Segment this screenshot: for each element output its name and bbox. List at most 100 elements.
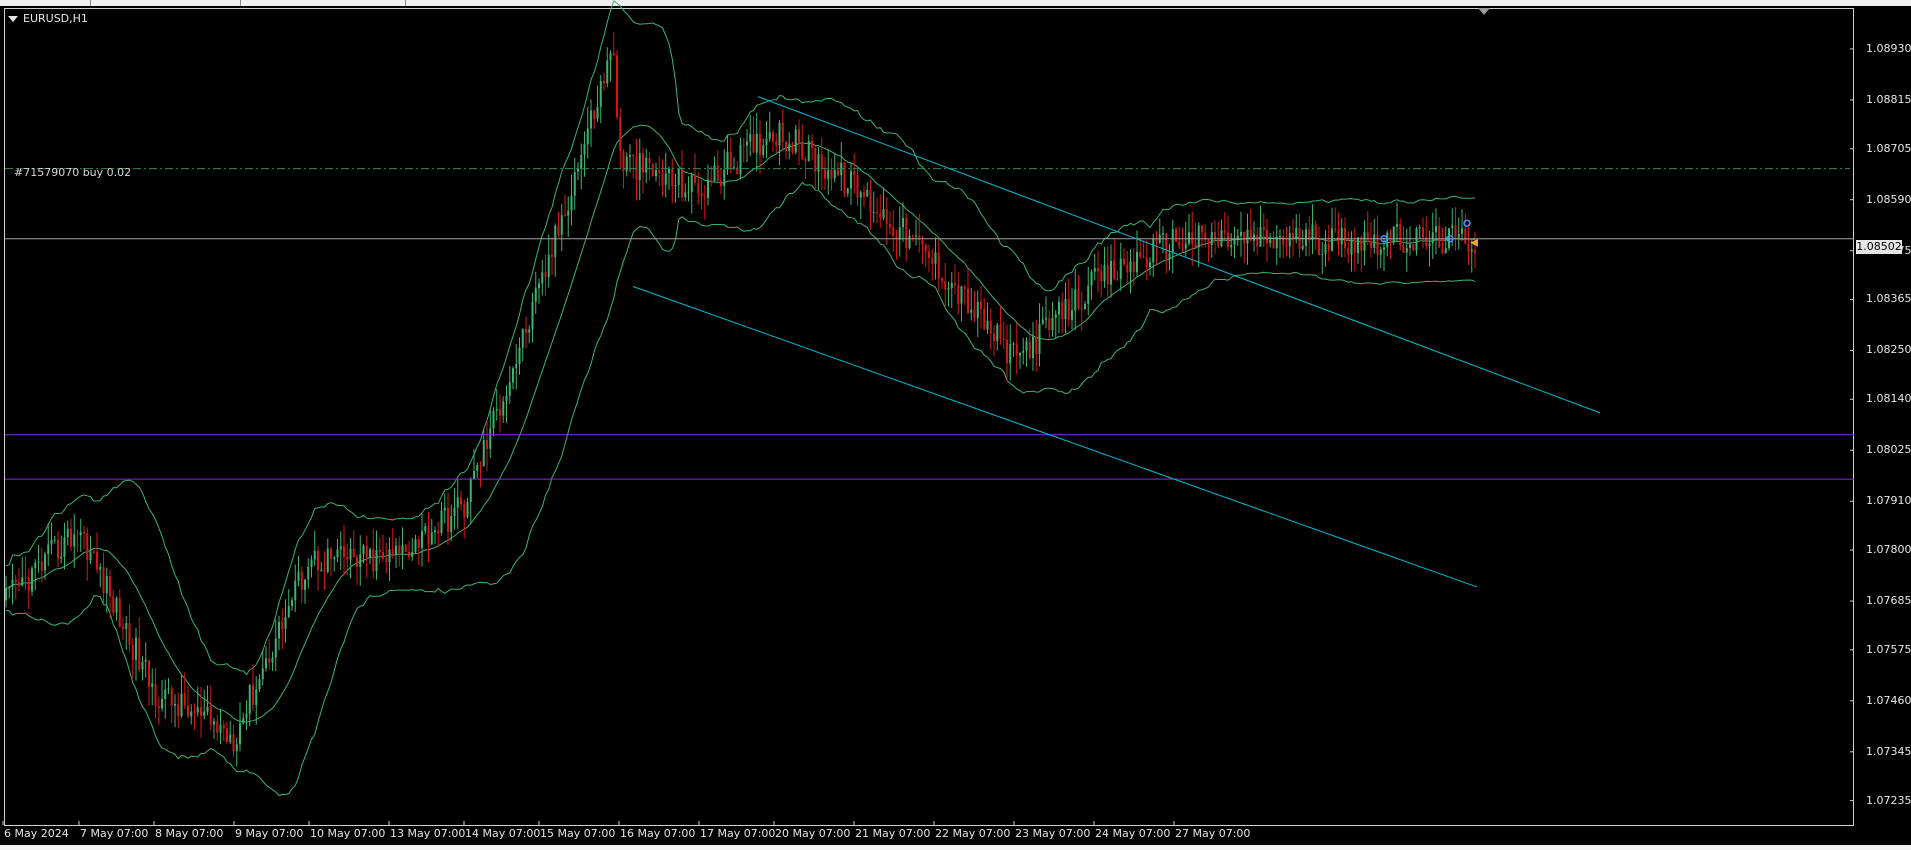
candle-body: [908, 235, 911, 248]
candle-body: [1262, 226, 1265, 231]
candle-body: [320, 569, 323, 571]
candle-body: [739, 144, 742, 175]
candle-body: [1451, 225, 1454, 229]
candle-body: [1405, 247, 1408, 253]
candle-body: [557, 225, 560, 235]
symbol-label: EURUSD,H1: [23, 12, 88, 25]
time-tick-label: 10 May 07:00: [310, 827, 386, 840]
candle-body: [476, 464, 479, 471]
candle-body: [1311, 224, 1314, 240]
time-tick-label: 7 May 07:00: [80, 827, 149, 840]
candle-body: [89, 551, 92, 561]
candle-body: [63, 537, 66, 557]
candle-body: [967, 288, 969, 313]
candle-body: [755, 134, 758, 153]
price-tick-label: 1.08365: [1866, 292, 1911, 306]
candle-body: [973, 309, 976, 319]
candle-body: [304, 579, 306, 590]
candle-body: [255, 689, 258, 705]
candle-body: [11, 579, 14, 588]
candle-body: [772, 132, 774, 142]
candle-body: [1350, 239, 1353, 255]
candle-body: [599, 80, 602, 107]
dropdown-triangle-icon[interactable]: [8, 16, 18, 22]
candle-body: [989, 320, 992, 334]
candle-body: [417, 539, 420, 549]
candle-body: [804, 158, 807, 162]
candle-body: [92, 551, 95, 553]
candle-body: [154, 683, 157, 707]
price-chart[interactable]: [0, 0, 1911, 850]
candle-body: [827, 169, 830, 179]
candle-body: [122, 626, 124, 630]
candle-body: [700, 192, 703, 197]
candle-body: [1337, 230, 1340, 245]
candle-body: [1009, 343, 1012, 364]
candle-body: [677, 169, 680, 185]
candle-body: [252, 684, 254, 705]
candle-body: [352, 548, 355, 558]
candle-body: [980, 302, 982, 310]
candle-body: [1012, 343, 1015, 345]
candle-body: [1399, 224, 1402, 246]
candle-body: [1035, 336, 1038, 354]
bollinger-lower-band: [5, 181, 1476, 797]
candle-body: [473, 470, 475, 479]
candle-body: [323, 569, 326, 572]
candle-body: [1233, 238, 1236, 245]
candle-body: [164, 689, 167, 699]
candle-body: [1028, 341, 1031, 359]
candle-body: [928, 251, 930, 258]
time-tick-label: 13 May 07:00: [390, 827, 466, 840]
candle-body: [658, 170, 661, 174]
candle-body: [235, 744, 238, 752]
candle-body: [1295, 227, 1298, 238]
candle-body: [190, 711, 193, 717]
candle-body: [372, 549, 375, 571]
candle-body: [375, 549, 378, 571]
candle-body: [37, 561, 40, 563]
candle-body: [456, 497, 459, 508]
candle-body: [148, 660, 150, 688]
candle-body: [115, 598, 118, 613]
candle-body: [781, 122, 784, 142]
chart-shift-marker-icon[interactable]: [1478, 8, 1490, 15]
time-tick-label: 17 May 07:00: [700, 827, 776, 840]
candle-body: [554, 225, 557, 257]
order-line-label: #71579070 buy 0.02: [14, 166, 132, 179]
candle-body: [668, 168, 670, 174]
candle-body: [1379, 249, 1382, 255]
candle-body: [573, 172, 576, 196]
candle-body: [583, 144, 586, 155]
candle-body: [1266, 230, 1268, 244]
candle-body: [24, 577, 27, 579]
candle-body: [1220, 230, 1223, 247]
candle-body: [1347, 248, 1350, 255]
candle-body: [226, 728, 228, 743]
candle-body: [580, 154, 583, 169]
time-tick-label: 8 May 07:00: [155, 827, 224, 840]
candle-body: [213, 721, 215, 725]
symbol-title[interactable]: EURUSD,H1: [8, 12, 88, 25]
candle-body: [671, 168, 674, 186]
candle-body: [1373, 234, 1376, 249]
candle-body: [837, 169, 839, 176]
candle-body: [388, 549, 391, 563]
candle-body: [1162, 233, 1164, 235]
candle-body: [1103, 265, 1106, 282]
candle-body: [1181, 246, 1184, 249]
time-tick-label: 27 May 07:00: [1175, 827, 1251, 840]
candle-body: [242, 718, 245, 724]
candle-body: [788, 143, 791, 151]
candle-body: [1142, 256, 1145, 258]
candle-body: [1305, 229, 1307, 246]
candle-body: [430, 532, 433, 545]
candle-body: [118, 598, 121, 627]
candle-body: [876, 212, 878, 214]
candle-body: [248, 684, 251, 714]
candle-body: [395, 545, 397, 555]
candle-body: [775, 141, 778, 146]
candle-body: [404, 545, 407, 552]
candle-body: [1246, 229, 1249, 244]
candle-body: [889, 223, 891, 228]
